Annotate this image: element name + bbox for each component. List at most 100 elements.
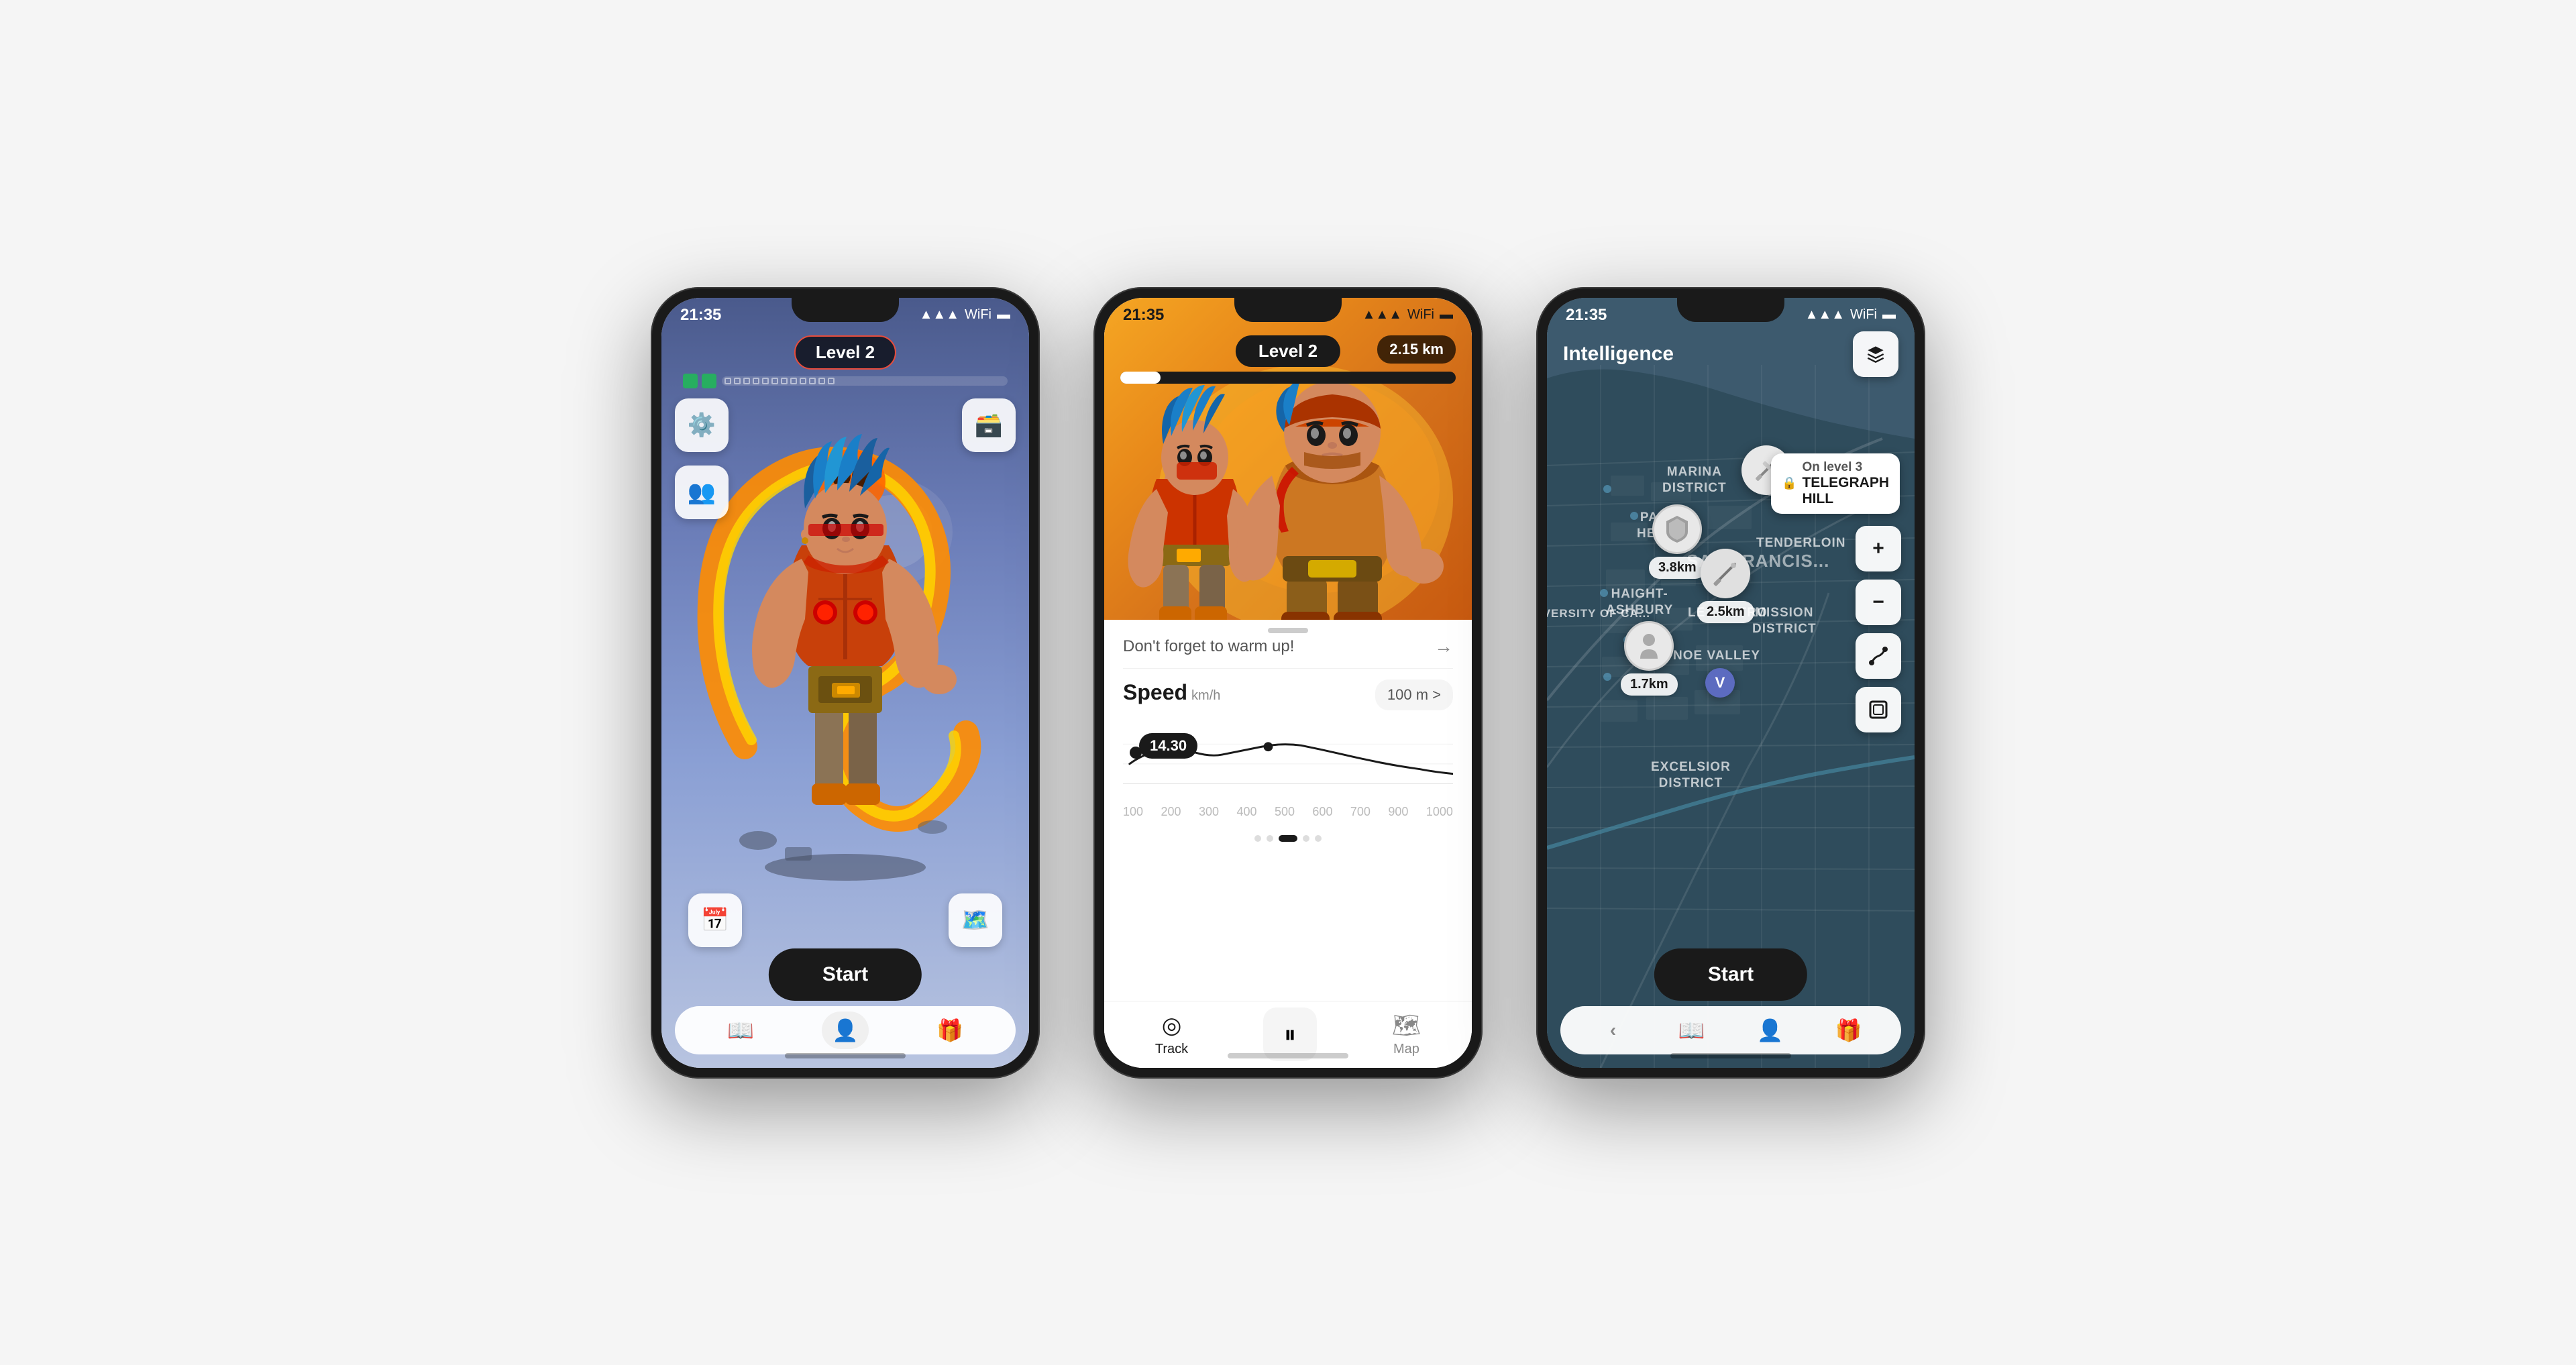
marker-dist-4: 1.7km: [1621, 673, 1678, 696]
p2-tab-map[interactable]: 🗺 Map: [1392, 1012, 1421, 1057]
p3-time: 21:35: [1566, 306, 1607, 325]
frame-icon: [1868, 700, 1888, 720]
x-label-300: 300: [1199, 805, 1219, 819]
inventory-button[interactable]: 🗃️: [962, 398, 1016, 452]
p2-notch: [1234, 298, 1342, 322]
p2-level-badge: Level 2: [1236, 335, 1340, 367]
settings-button[interactable]: ⚙️: [675, 398, 729, 452]
x-label-500: 500: [1275, 805, 1295, 819]
xp-seg-1: [724, 378, 731, 384]
p3-frame-button[interactable]: [1856, 687, 1901, 732]
p2-home-indicator: [1228, 1053, 1348, 1058]
p2-scroll-handle: [1268, 628, 1308, 633]
p1-battery: ▬: [997, 307, 1010, 323]
p3-zoom-out-button[interactable]: −: [1856, 580, 1901, 625]
phone-3-map-screen: 21:35 ▲▲▲ WiFi ▬ Intelligence: [1547, 298, 1915, 1068]
p2-battery: ▬: [1440, 307, 1453, 323]
label-mission: MISSIONDISTRICT: [1752, 605, 1817, 638]
p1-tab-gift[interactable]: 🎁: [926, 1012, 973, 1049]
x-label-600: 600: [1312, 805, 1332, 819]
p1-right-buttons: 🗃️: [962, 398, 1016, 452]
phones-container: 21:35 ▲▲▲ WiFi ▬ Level 2: [651, 287, 1925, 1079]
p2-speed-chart: 14.30: [1123, 717, 1453, 824]
p2-page-dot-3-active: [1279, 835, 1297, 842]
health-block-2: [702, 374, 716, 388]
lock-icon: 🔒: [1782, 476, 1796, 490]
p3-route-button[interactable]: [1856, 633, 1901, 679]
tooltip-location: TELEGRAPHHILL: [1802, 475, 1889, 507]
p2-distance-display: 2.15 km: [1377, 335, 1456, 364]
p1-tab-profile[interactable]: 👤: [822, 1012, 869, 1049]
marker-circle-3: [1701, 549, 1750, 598]
x-label-900: 900: [1388, 805, 1408, 819]
p2-tab-track[interactable]: ◎ Track: [1155, 1012, 1188, 1057]
p3-tab-book[interactable]: 📖: [1668, 1012, 1715, 1049]
map-label: Map: [1393, 1042, 1419, 1057]
p1-left-buttons: ⚙️ 👥: [675, 398, 729, 519]
p1-health-bar: [683, 373, 1008, 389]
route-icon: [1868, 645, 1889, 667]
p3-home-indicator: [1670, 1053, 1791, 1058]
p2-signal: ▲▲▲: [1362, 307, 1402, 323]
xp-seg-9: [800, 378, 806, 384]
marker-circle-2: [1652, 504, 1702, 554]
phone-2: 21:35 ▲▲▲ WiFi ▬ Level 2 2.15 km: [1093, 287, 1483, 1079]
p2-characters-svg: [1104, 365, 1472, 620]
p2-pagination: [1123, 835, 1453, 842]
label-noe: NOE VALLEY: [1673, 648, 1760, 665]
calendar-button[interactable]: 📅: [688, 893, 742, 947]
pause-icon: ⏸: [1284, 1020, 1296, 1049]
xp-seg-11: [818, 378, 825, 384]
p3-zoom-in-button[interactable]: +: [1856, 526, 1901, 571]
p3-marker-4: 1.7km: [1621, 621, 1678, 696]
p2-speed-value: 14.30: [1139, 733, 1197, 759]
p3-tab-profile[interactable]: 👤: [1747, 1012, 1794, 1049]
p2-speed-unit: km/h: [1191, 688, 1220, 704]
p2-wifi: WiFi: [1407, 307, 1434, 323]
phone-1-screen: 21:35 ▲▲▲ WiFi ▬ Level 2: [661, 298, 1029, 1068]
xp-seg-5: [762, 378, 769, 384]
xp-seg-2: [734, 378, 741, 384]
p2-speed-label-text: Speed: [1123, 680, 1187, 705]
p3-v-badge: V: [1705, 668, 1735, 698]
p3-tab-gift[interactable]: 🎁: [1825, 1012, 1872, 1049]
xp-seg-6: [771, 378, 778, 384]
sword-icon-2: [1711, 559, 1740, 588]
xp-seg-12: [828, 378, 835, 384]
x-label-100: 100: [1123, 805, 1143, 819]
p3-locked-tooltip: 🔒 On level 3 TELEGRAPHHILL: [1771, 453, 1900, 514]
phone-1: 21:35 ▲▲▲ WiFi ▬ Level 2: [651, 287, 1040, 1079]
p1-xp-track: [722, 376, 1008, 386]
map-button[interactable]: 🗺️: [949, 893, 1002, 947]
p2-content-area: Don't forget to warm up! → Speed km/h 10…: [1104, 620, 1472, 1001]
x-label-200: 200: [1161, 805, 1181, 819]
map-icon: 🗺: [1392, 1012, 1421, 1039]
p1-tab-book[interactable]: 📖: [717, 1012, 764, 1049]
p1-level-badge: Level 2: [794, 335, 896, 370]
p2-distance-button[interactable]: 100 m >: [1375, 679, 1453, 710]
p2-hero-area: 21:35 ▲▲▲ WiFi ▬ Level 2 2.15 km: [1104, 298, 1472, 620]
p3-notch: [1677, 298, 1784, 322]
p3-wifi: WiFi: [1850, 307, 1877, 323]
x-label-700: 700: [1350, 805, 1371, 819]
p2-tip-arrow-icon: →: [1434, 636, 1453, 657]
add-friend-button[interactable]: 👥: [675, 466, 729, 519]
p3-layers-button[interactable]: [1853, 331, 1898, 377]
p1-bottom-icons: 📅 🗺️: [661, 893, 1029, 947]
x-label-400: 400: [1236, 805, 1256, 819]
p1-time: 21:35: [680, 306, 721, 325]
layers-icon: [1866, 345, 1885, 364]
shield-icon-marker: [1661, 513, 1693, 545]
p3-start-button[interactable]: Start: [1654, 948, 1807, 1001]
x-label-1000: 1000: [1426, 805, 1453, 819]
p1-tab-bar: 📖 👤 🎁: [675, 1006, 1016, 1054]
p1-start-button[interactable]: Start: [769, 948, 922, 1001]
p1-signal: ▲▲▲: [920, 307, 959, 323]
p3-tab-back[interactable]: ‹: [1590, 1012, 1637, 1049]
character-svg: [691, 411, 1000, 894]
xp-seg-3: [743, 378, 750, 384]
p1-home-indicator: [785, 1053, 906, 1058]
xp-seg-10: [809, 378, 816, 384]
tooltip-level: On level 3: [1802, 460, 1889, 475]
p2-health-bar: [1120, 372, 1456, 384]
